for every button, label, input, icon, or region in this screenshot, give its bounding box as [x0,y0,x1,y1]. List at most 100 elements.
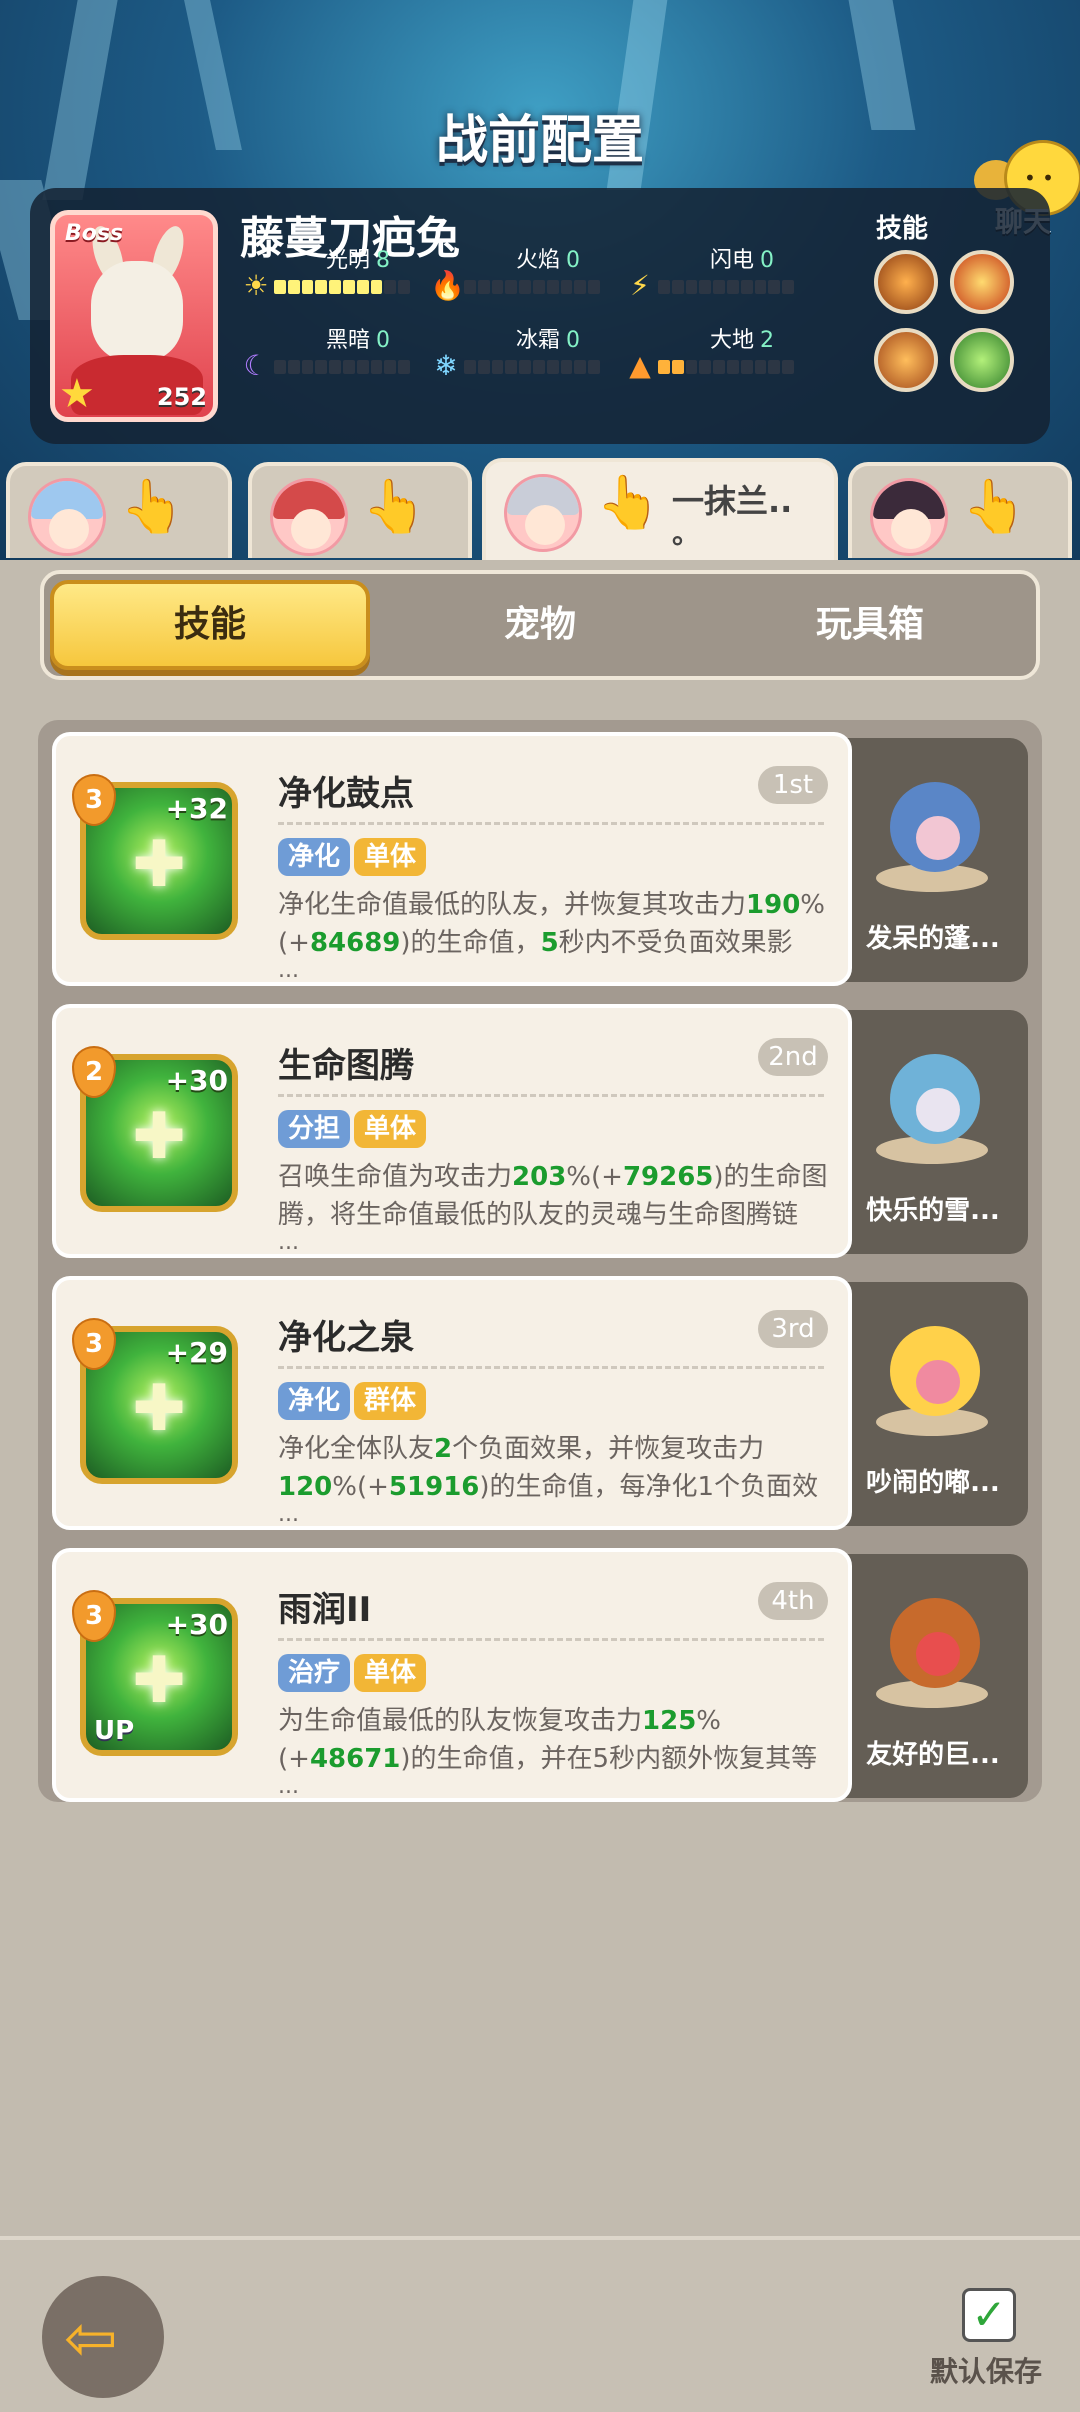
skill-tag: 群体 [354,1382,427,1420]
element-stat-0: 光明 8 ☀ [240,242,430,302]
divider [278,1366,824,1369]
tap-hand-icon: 👆 [362,477,427,537]
element-bar [658,280,794,294]
skill-card-2[interactable]: ✚ 2 +30 生命图腾 2nd 分担 单体 召唤生命值为攻击力203%(+79265)的生命… [52,1004,852,1258]
moon-icon: ☾ [243,349,269,382]
pet-name: 快乐的雪... [866,1196,1000,1226]
skill-title: 生命图腾 [278,1046,414,1086]
default-save-checkbox[interactable]: ✓ [962,2288,1016,2342]
skill-glyph-icon: ✚ [132,828,186,902]
avatar [870,478,948,556]
element-stat-1: 火焰 0 🔥 [430,242,620,302]
skill-bonus: +30 [165,1608,228,1641]
element-stat-2: 闪电 0 ⚡ [624,242,814,302]
skill-icon[interactable]: ✚ 2 +30 [72,1046,238,1212]
page-title: 战前配置 [435,111,644,171]
divider [278,1094,824,1097]
skill-tag: 治疗 [278,1654,351,1692]
element-bar [658,360,794,374]
element-value: 0 [566,328,580,353]
skill-rank-badge: 4th [758,1582,828,1620]
skill-list: 发呆的蓬... ✚ 3 +32 净化鼓点 1st 净化 单体 净化生命值最低的队友，并恢复其攻击… [38,720,1042,1802]
element-label: 黑暗 0 [326,322,390,354]
element-value: 8 [376,248,390,273]
avatar [28,478,106,556]
assigned-pet-2[interactable]: 快乐的雪... [838,1010,1028,1254]
team-member-tab-2[interactable]: 👆 [248,462,472,558]
element-name: 冰霜 [515,328,560,353]
element-value: 0 [566,248,580,273]
boss-skill-claw-icon[interactable] [874,250,938,314]
skill-bonus: +29 [165,1336,228,1369]
skill-card-3[interactable]: ✚ 3 +29 净化之泉 3rd 净化 群体 净化全体队友2个负面效果，并恢复攻击力120%(… [52,1276,852,1530]
skill-bonus: +32 [165,792,228,825]
skill-description: 为生命值最低的队友恢复攻击力125%(+48671)的生命值，并在5秒内额外恢复… [278,1706,818,1774]
element-stat-3: 黑暗 0 ☾ [240,322,430,382]
skill-icon[interactable]: ✚ 3 +32 [72,774,238,940]
skill-rank-badge: 1st [758,766,828,804]
more-indicator: ... [278,1774,299,1799]
boss-badge: Boss [65,221,124,246]
element-value: 2 [760,328,774,353]
skill-level-badge: 3 [72,1318,116,1370]
element-value: 0 [760,248,774,273]
boss-skill-triple-claw-icon[interactable] [874,328,938,392]
element-label: 大地 2 [710,322,774,354]
assigned-pet-3[interactable]: 吵闹的嘟... [838,1282,1028,1526]
element-bar [274,280,410,294]
back-arrow-icon: ⇦ [64,2302,118,2376]
tab-toybox[interactable]: 玩具箱 [710,580,1030,670]
skill-tag: 净化 [278,838,351,876]
skill-card-1[interactable]: ✚ 3 +32 净化鼓点 1st 净化 单体 净化生命值最低的队友，并恢复其攻击力190%(+… [52,732,852,986]
bottom-bar: ⇦ ✓ 默认保存 [0,2236,1080,2412]
assigned-pet-1[interactable]: 发呆的蓬... [838,738,1028,982]
segment-tab-bar: 技能 宠物 玩具箱 [40,570,1040,680]
avatar [504,474,582,552]
skill-description: 召唤生命值为攻击力203%(+79265)的生命图腾，将生命值最低的队友的灵魂与… [278,1162,828,1230]
more-indicator: ... [278,958,299,983]
skill-level-badge: 3 [72,1590,116,1642]
team-member-tab-3[interactable]: 👆 一抹兰.. 。 [482,458,838,560]
divider [278,822,824,825]
skill-card-4[interactable]: ✚ 3 +30 UP 雨润II 4th 治疗 单体 为生命值最低的队友恢复攻击力125%(+48… [52,1548,852,1802]
element-label: 冰霜 0 [516,322,580,354]
element-name: 光明 [325,248,370,273]
sun-icon: ☀ [243,269,269,302]
skill-tag: 分担 [278,1110,351,1148]
skill-level-badge: 2 [72,1046,116,1098]
team-member-tab-1[interactable]: 👆 [6,462,232,558]
pet-name: 友好的巨... [866,1740,1000,1770]
skill-description: 净化生命值最低的队友，并恢复其攻击力190%(+84689)的生命值，5秒内不受… [278,890,826,958]
tab-pets[interactable]: 宠物 [380,580,700,670]
skill-glyph-icon: ✚ [132,1644,186,1718]
boss-portrait[interactable]: Boss ★ 252 [50,210,218,422]
skill-title: 净化鼓点 [278,774,414,814]
skill-glyph-icon: ✚ [132,1372,186,1446]
pet-figure [868,1034,998,1174]
pet-figure [868,762,998,902]
lightning-icon: ⚡ [630,269,650,302]
back-button[interactable]: ⇦ [42,2276,164,2398]
tab-skills[interactable]: 技能 [50,580,370,670]
boss-skill-vine-icon[interactable] [950,328,1014,392]
tap-hand-icon: 👆 [596,473,661,533]
pet-figure [868,1306,998,1446]
team-member-tab-4[interactable]: 👆 [848,462,1072,558]
element-label: 火焰 0 [516,242,580,274]
tap-hand-icon: 👆 [120,477,185,537]
config-content: 技能 宠物 玩具箱 发呆的蓬... ✚ 3 +32 净化鼓点 1st 净化 单体 净化生命值最低… [0,560,1080,2240]
more-indicator: ... [278,1502,299,1527]
skill-icon[interactable]: ✚ 3 +30 UP [72,1590,238,1756]
element-bar [274,360,410,374]
boss-level: 252 [156,383,207,411]
skill-icon[interactable]: ✚ 3 +29 [72,1318,238,1484]
skill-description: 净化全体队友2个负面效果，并恢复攻击力120%(+51916)的生命值，每净化1… [278,1434,819,1502]
element-bar [464,360,600,374]
pet-name: 吵闹的嘟... [866,1468,1000,1498]
default-save-label: 默认保存 [930,2355,1043,2388]
boss-skill-fire-slash-icon[interactable] [950,250,1014,314]
skill-glyph-icon: ✚ [132,1100,186,1174]
assigned-pet-4[interactable]: 友好的巨... [838,1554,1028,1798]
snowflake-icon: ❄ [434,349,458,382]
upgrade-label: UP [94,1716,135,1746]
